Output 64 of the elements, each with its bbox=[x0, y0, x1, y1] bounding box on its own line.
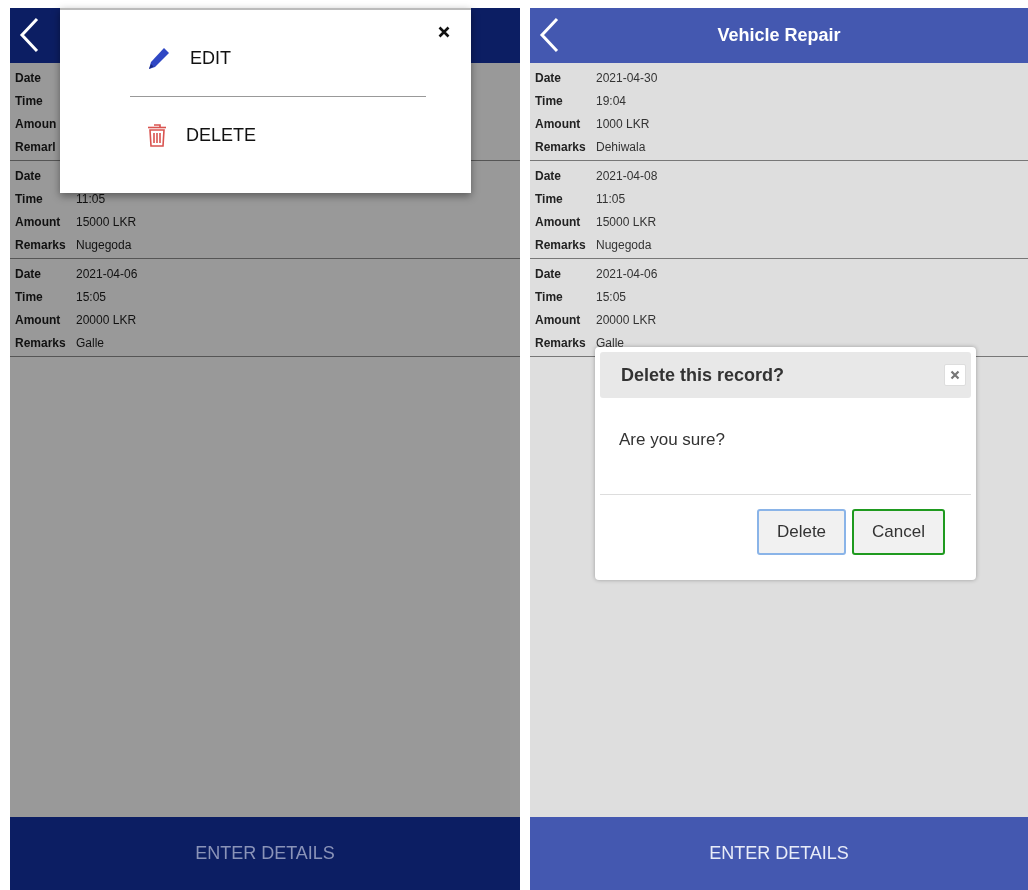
close-icon bbox=[438, 26, 450, 38]
trash-icon bbox=[146, 122, 168, 148]
dialog-button[interactable]: Delete bbox=[756, 509, 847, 555]
field-label: Remarks bbox=[535, 335, 587, 350]
field-value: 15000 LKR bbox=[76, 214, 137, 229]
field-value: 15:05 bbox=[76, 289, 107, 304]
field-label: Remarks bbox=[15, 237, 67, 252]
back-icon bbox=[18, 17, 40, 53]
screen-title: Vehicle Repair bbox=[717, 25, 841, 46]
field-value: 2021-04-08 bbox=[596, 168, 658, 183]
field-label: Date bbox=[535, 168, 562, 183]
enter-details-button[interactable]: ENTER DETAILS bbox=[530, 817, 1028, 890]
field-label: Time bbox=[535, 93, 564, 108]
field-label: Amount bbox=[535, 214, 582, 229]
field-label: Time bbox=[535, 191, 564, 206]
dialog-title: Delete this record? bbox=[621, 364, 785, 386]
field-label: Remarks bbox=[15, 335, 67, 350]
dialog-button[interactable]: Cancel bbox=[852, 509, 945, 555]
field-label: Date bbox=[535, 70, 562, 85]
field-value: 19:04 bbox=[596, 93, 627, 108]
field-value: Galle bbox=[76, 335, 104, 350]
field-label: Date bbox=[15, 70, 42, 85]
field-label: Amount bbox=[535, 312, 582, 327]
record-card[interactable]: Date 2021-04-06 Time 15:05 Amount 20000 LKR Remarks Galle bbox=[10, 259, 520, 357]
menu-item[interactable]: DELETE bbox=[130, 115, 257, 155]
field-value: Dehiwala bbox=[596, 139, 646, 154]
record-card[interactable]: Date 2021-04-08 Time 11:05 Amount 15000 LKR Remarks Nugegoda bbox=[530, 161, 1028, 259]
field-label: Time bbox=[15, 289, 44, 304]
enter-details-button[interactable]: ENTER DETAILS bbox=[10, 817, 520, 890]
field-value: 15:05 bbox=[596, 289, 627, 304]
field-value: 1000 LKR bbox=[596, 116, 650, 131]
back-button[interactable] bbox=[18, 17, 40, 53]
pencil-icon bbox=[146, 45, 172, 71]
field-label: Amount bbox=[15, 214, 62, 229]
close-icon bbox=[950, 370, 960, 380]
field-label: Amount bbox=[535, 116, 582, 131]
field-value: 20000 LKR bbox=[596, 312, 657, 327]
field-label: Amoun bbox=[15, 116, 58, 131]
field-label: Date bbox=[535, 266, 562, 281]
field-label: Date bbox=[15, 168, 42, 183]
field-value: 15000 LKR bbox=[596, 214, 657, 229]
dialog-message: Are you sure? bbox=[600, 398, 971, 495]
field-label: Remarks bbox=[535, 237, 587, 252]
close-button[interactable] bbox=[438, 26, 450, 38]
field-label: Date bbox=[15, 266, 42, 281]
field-value: Nugegoda bbox=[596, 237, 652, 252]
field-value: Nugegoda bbox=[76, 237, 132, 252]
field-label: Remarks bbox=[535, 139, 587, 154]
field-value: 2021-04-06 bbox=[596, 266, 658, 281]
field-value: 20000 LKR bbox=[76, 312, 137, 327]
field-value: 2021-04-30 bbox=[596, 70, 658, 85]
field-label: Time bbox=[15, 191, 44, 206]
back-button[interactable] bbox=[538, 17, 560, 53]
field-label: Amount bbox=[15, 312, 62, 327]
field-value: 2021-04-06 bbox=[76, 266, 138, 281]
field-value: 11:05 bbox=[596, 191, 626, 206]
field-label: Remarl bbox=[15, 139, 57, 154]
field-label: Time bbox=[535, 289, 564, 304]
menu-item[interactable]: EDIT bbox=[130, 38, 231, 78]
back-icon bbox=[538, 17, 560, 53]
field-label: Time bbox=[15, 93, 44, 108]
field-value: Galle bbox=[596, 335, 624, 350]
field-value: 11:05 bbox=[76, 191, 106, 206]
record-card[interactable]: Date 2021-04-30 Time 19:04 Amount 1000 LKR Remarks Dehiwala bbox=[530, 63, 1028, 161]
